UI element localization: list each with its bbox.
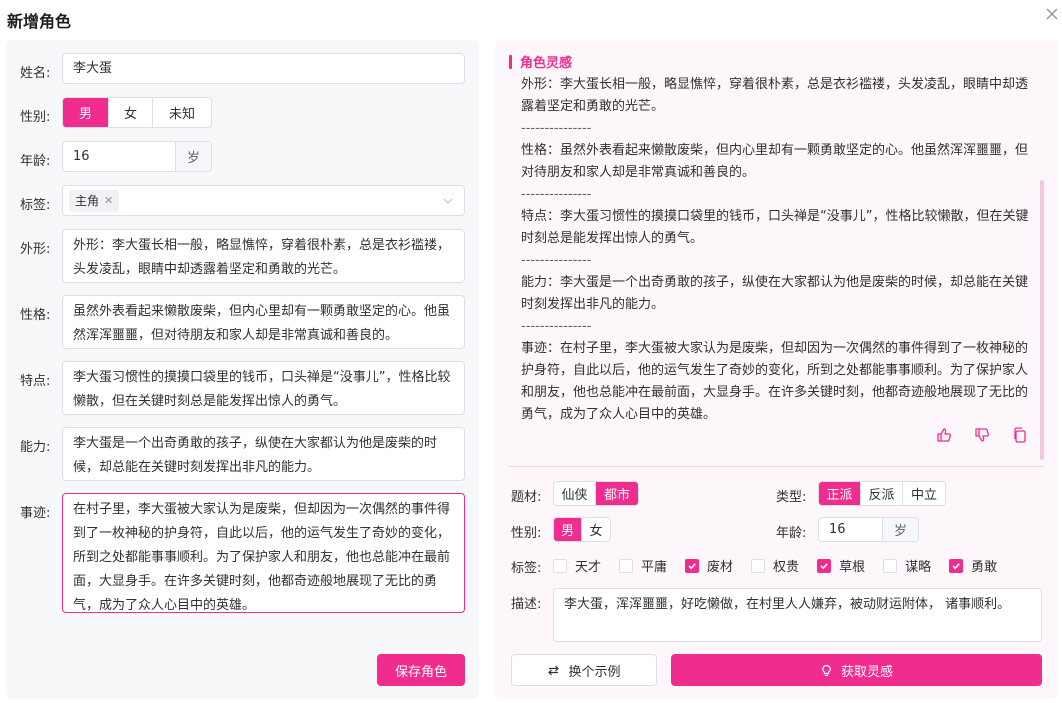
type-segmented: 正派 反派 中立 — [818, 481, 946, 506]
switch-example-label: 换个示例 — [568, 664, 621, 680]
tag-chip: 主角 ✕ — [69, 189, 120, 212]
insp-gender-option-male[interactable]: 男 — [554, 518, 582, 541]
insp-tags-label: 标签: — [511, 561, 542, 576]
gender-option-male[interactable]: 男 — [63, 98, 109, 127]
name-label: 姓名: — [20, 66, 51, 81]
tag-checkbox-label: 废材 — [707, 560, 734, 575]
thumbs-up-icon[interactable] — [935, 426, 953, 444]
inspiration-actions — [935, 426, 1029, 444]
desc-textarea[interactable]: 李大蛋，浑浑噩噩，好吃懒做，在村里人人嫌弃，被动财运附体， 诸事顺利。 — [553, 588, 1042, 642]
gender-option-unknown[interactable]: 未知 — [153, 98, 211, 127]
character-form-panel: 姓名: 李大蛋 性别: 男 女 未知 年龄: 16 岁 标签: 主角 ✕ 外形:… — [6, 40, 479, 699]
tag-checkbox-label: 天才 — [575, 560, 602, 575]
tag-checkbox[interactable]: 权贵 — [751, 556, 799, 575]
tag-checkbox[interactable]: 谋略 — [883, 556, 931, 575]
type-label: 类型: — [776, 490, 807, 505]
content-scrollbar[interactable] — [1040, 180, 1044, 460]
inspiration-separator: --------------- — [521, 187, 592, 202]
insp-gender-segmented: 男 女 — [553, 517, 611, 542]
thumbs-down-icon[interactable] — [973, 426, 991, 444]
genre-option-xianxia[interactable]: 仙侠 — [554, 482, 596, 505]
name-input[interactable]: 李大蛋 — [62, 53, 465, 84]
type-option-neutral[interactable]: 中立 — [903, 482, 945, 505]
insp-age-label: 年龄: — [776, 526, 807, 541]
dialog-title: 新增角色 — [7, 12, 72, 31]
lightbulb-icon — [820, 664, 833, 677]
inspiration-story: 事迹：在村子里，李大蛋被大家认为是废柴，但却因为一次偶然的事件得到了一枚神秘的护… — [521, 341, 1029, 422]
type-option-villain[interactable]: 反派 — [861, 482, 903, 505]
check-icon[interactable] — [949, 558, 964, 573]
title-accent-bar — [509, 54, 512, 69]
inspiration-traits: 特点：李大蛋习惯性的摸摸口袋里的钱币，口头禅是“没事儿”，性格比较懒散，但在关键… — [521, 209, 1029, 246]
inspiration-separator: --------------- — [521, 253, 592, 268]
remove-tag-icon[interactable]: ✕ — [104, 194, 113, 207]
tag-checkbox-label: 谋略 — [905, 560, 932, 575]
tag-checkbox[interactable]: 草根 — [817, 556, 865, 575]
check-icon[interactable] — [817, 558, 832, 573]
copy-icon[interactable] — [1011, 426, 1029, 444]
ability-label: 能力: — [20, 440, 51, 455]
tag-checkbox[interactable]: 天才 — [553, 556, 601, 575]
personality-label: 性格: — [20, 308, 51, 323]
desc-label: 描述: — [511, 597, 542, 612]
tag-checkbox-label: 平庸 — [641, 560, 668, 575]
swap-icon — [547, 664, 560, 677]
checkbox-box[interactable] — [751, 558, 766, 573]
insp-age-value[interactable]: 16 — [819, 518, 882, 541]
panel-divider — [509, 466, 1044, 467]
genre-option-urban[interactable]: 都市 — [596, 482, 638, 505]
genre-label: 题材: — [511, 490, 542, 505]
insp-gender-label: 性别: — [511, 526, 542, 541]
gender-option-female[interactable]: 女 — [109, 98, 153, 127]
story-textarea[interactable]: 在村子里，李大蛋被大家认为是废柴，但却因为一次偶然的事件得到了一枚神秘的护身符，… — [62, 493, 465, 613]
insp-age-unit: 岁 — [882, 518, 918, 541]
tag-checkbox-label: 草根 — [839, 560, 866, 575]
checkbox-box[interactable] — [883, 558, 898, 573]
traits-textarea[interactable]: 李大蛋习惯性的摸摸口袋里的钱币，口头禅是“没事儿”，性格比较懒散，但在关键时刻总… — [62, 361, 465, 415]
inspiration-ability: 能力：李大蛋是一个出奇勇敢的孩子，纵使在大家都认为他是废柴的时候，却总能在关键时… — [521, 275, 1029, 312]
ability-textarea[interactable]: 李大蛋是一个出奇勇敢的孩子，纵使在大家都认为他是废柴的时候，却总能在关键时刻发挥… — [62, 427, 465, 481]
tag-checkbox[interactable]: 废材 — [685, 556, 733, 575]
inspiration-title: 角色灵感 — [520, 56, 573, 71]
inspiration-separator: --------------- — [521, 319, 592, 334]
inspiration-appearance: 外形：李大蛋长相一般，略显憔悴，穿着很朴素，总是衣衫褴褛，头发凌乱，眼睛中却透露… — [521, 77, 1029, 114]
age-value[interactable]: 16 — [63, 142, 175, 171]
checkbox-box[interactable] — [553, 558, 567, 573]
genre-segmented: 仙侠 都市 — [553, 481, 639, 506]
story-label: 事迹: — [20, 506, 51, 521]
tag-checkbox-label: 勇敢 — [971, 560, 998, 575]
inspiration-panel: 角色灵感 外形：李大蛋长相一般，略显憔悴，穿着很朴素，总是衣衫褴褛，头发凌乱，眼… — [495, 40, 1058, 699]
check-icon[interactable] — [685, 558, 700, 573]
get-inspiration-button[interactable]: 获取灵感 — [671, 654, 1042, 686]
inspiration-content: 外形：李大蛋长相一般，略显憔悴，穿着很朴素，总是衣衫褴褛，头发凌乱，眼睛中却透露… — [521, 74, 1031, 424]
inspiration-personality: 性格：虽然外表看起来懒散废柴，但内心里却有一颗勇敢坚定的心。他虽然浑浑噩噩，但对… — [521, 143, 1029, 180]
appearance-textarea[interactable]: 外形：李大蛋长相一般，略显憔悴，穿着很朴素，总是衣衫褴褛，头发凌乱，眼睛中却透露… — [62, 229, 465, 283]
tag-checkbox-label: 权贵 — [773, 560, 800, 575]
age-unit: 岁 — [175, 142, 211, 171]
get-inspiration-label: 获取灵感 — [840, 664, 893, 680]
personality-textarea[interactable]: 虽然外表看起来懒散废柴，但内心里却有一颗勇敢坚定的心。他虽然浑浑噩噩，但对待朋友… — [62, 295, 465, 349]
save-character-button[interactable]: 保存角色 — [377, 654, 465, 686]
switch-example-button[interactable]: 换个示例 — [511, 654, 657, 686]
tags-select[interactable]: 主角 ✕ — [62, 185, 465, 216]
gender-label: 性别: — [20, 110, 51, 125]
tag-checkbox[interactable]: 平庸 — [619, 556, 667, 575]
age-input[interactable]: 16 岁 — [62, 141, 212, 172]
traits-label: 特点: — [20, 374, 51, 389]
tag-checkbox[interactable]: 勇敢 — [949, 556, 997, 575]
insp-age-input[interactable]: 16 岁 — [818, 517, 919, 542]
inspiration-separator: --------------- — [521, 121, 592, 136]
chevron-down-icon — [442, 195, 454, 207]
insp-tags-group: 天才 平庸 废材 权贵 草根 谋略 勇敢 — [553, 556, 1015, 575]
age-label: 年龄: — [20, 154, 51, 169]
insp-gender-option-female[interactable]: 女 — [582, 518, 610, 541]
tag-chip-label: 主角 — [75, 194, 100, 208]
type-option-righteous[interactable]: 正派 — [819, 482, 861, 505]
gender-segmented: 男 女 未知 — [62, 97, 212, 128]
close-icon[interactable] — [1045, 7, 1059, 21]
checkbox-box[interactable] — [619, 558, 634, 573]
tags-label: 标签: — [20, 198, 51, 213]
appearance-label: 外形: — [20, 242, 51, 257]
inspiration-header: 角色灵感 — [509, 52, 572, 71]
